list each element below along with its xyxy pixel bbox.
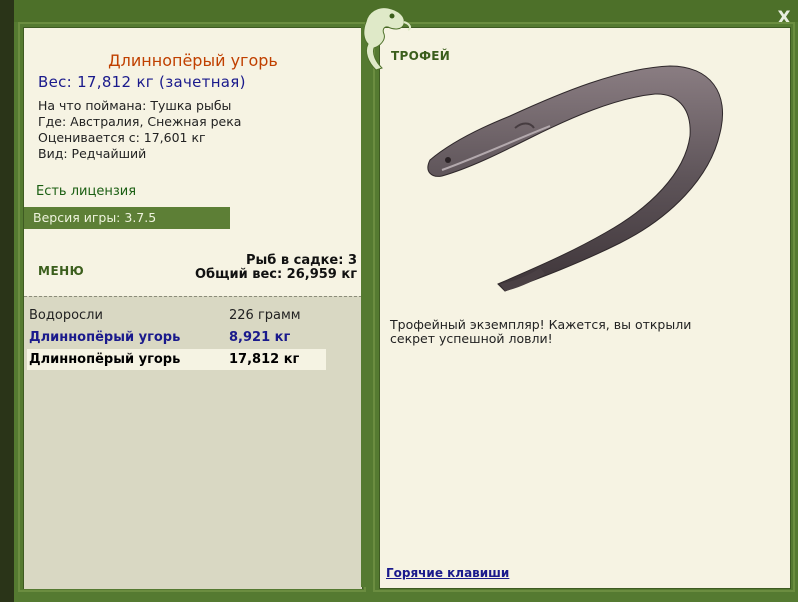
fish-info-panel: Длиннопёрый угорь Вес: 17,812 кг (зачетн…: [23, 27, 363, 589]
hotkeys-link[interactable]: Горячие клавиши: [386, 566, 509, 580]
list-item-selected[interactable]: Длиннопёрый угорь 17,812 кг: [27, 349, 326, 370]
frame-left-edge: [0, 0, 14, 602]
catch-name: Водоросли: [29, 308, 103, 323]
list-item[interactable]: Водоросли 226 грамм: [27, 305, 326, 326]
catch-weight: 8,921 кг: [229, 330, 291, 345]
fish-weight: Вес: 17,812 кг (зачетная): [38, 73, 246, 91]
fish-name: Длиннопёрый угорь: [108, 51, 278, 70]
bait-info: На что поймана: Тушка рыбы: [38, 98, 232, 113]
keepnet-count: Рыб в садке: 3: [245, 253, 357, 268]
eel-image: [427, 65, 724, 292]
menu-button[interactable]: МЕНЮ: [38, 264, 84, 278]
catch-weight: 17,812 кг: [229, 352, 300, 367]
location-info: Где: Австралия, Снежная река: [38, 114, 242, 129]
trophy-message: Трофейный экземпляр! Кажется, вы открыли…: [390, 317, 692, 346]
keepnet-summary: Рыб в садке: 3 Общий вес: 26,959 кг: [195, 254, 357, 282]
version-bar: Версия игры: 3.7.5: [24, 207, 230, 229]
catch-weight: 226 грамм: [229, 308, 301, 323]
close-button[interactable]: X: [774, 8, 794, 28]
panel-divider: [361, 27, 379, 587]
license-status: Есть лицензия: [36, 184, 137, 199]
list-item[interactable]: Длиннопёрый угорь 8,921 кг: [27, 327, 326, 348]
catch-name: Длиннопёрый угорь: [29, 330, 181, 345]
catch-name: Длиннопёрый угорь: [29, 352, 181, 367]
valued-info: Оценивается с: 17,601 кг: [38, 130, 206, 145]
trophy-panel: ТРОФЕЙ Трофейный экземпляр! Кажется, вы …: [379, 27, 791, 589]
catch-list: Водоросли 226 грамм Длиннопёрый угорь 8,…: [24, 296, 362, 589]
species-info: Вид: Редчайший: [38, 146, 147, 161]
keepnet-total: Общий вес: 26,959 кг: [194, 267, 357, 282]
chameleon-logo-icon: [363, 7, 412, 71]
